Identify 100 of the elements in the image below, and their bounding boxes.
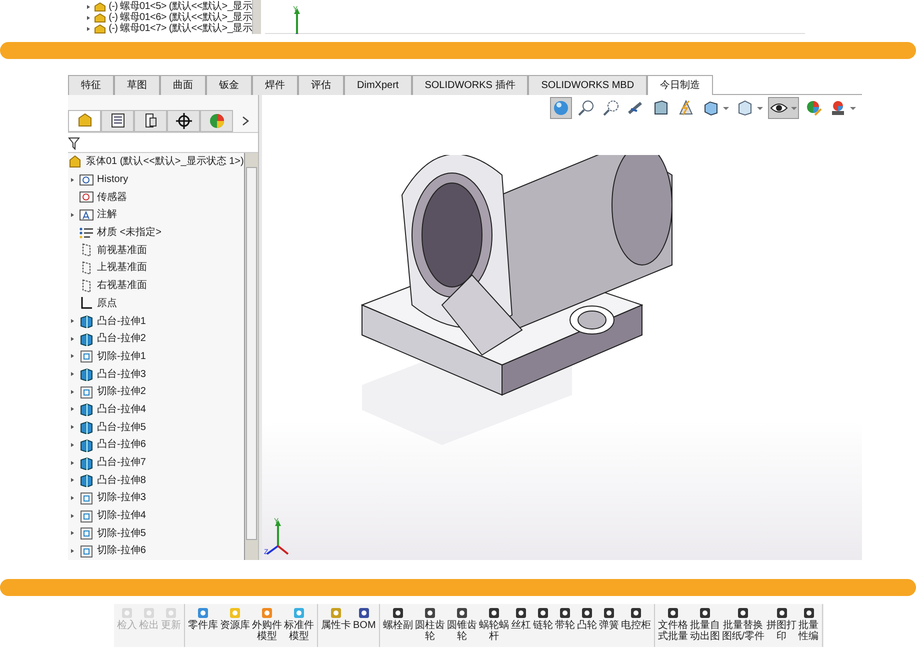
filter-icon[interactable] [68,136,80,150]
toolbar-button[interactable]: BOM [352,604,377,647]
toolbar-button[interactable]: 带轮 [554,604,576,647]
view-toolbar-button[interactable] [768,97,799,119]
tree-item-label[interactable]: 上视基准面 [97,260,147,276]
tree-item-label[interactable]: 原点 [97,296,117,311]
tool-icon [142,606,156,620]
expand-arrow-icon[interactable] [70,496,74,500]
ribbon-tab[interactable]: 钣金 [206,75,252,95]
tree-item-label[interactable]: 传感器 [97,190,127,205]
expand-arrow-icon[interactable] [70,372,74,376]
part-icon [76,112,94,129]
part-icon [68,154,83,169]
lightning-icon [677,99,695,117]
tree-item-label[interactable]: 前视基准面 [97,242,147,258]
toolbar-button[interactable]: 凸轮 [576,604,598,647]
tree-item-label[interactable]: 材质 <未指定> [97,225,162,240]
toolbar-button[interactable]: 圆锥齿 轮 [446,604,478,647]
panel-tab[interactable] [167,110,200,132]
expand-arrow-icon[interactable] [70,178,74,182]
ribbon-tab[interactable]: 特征 [68,75,114,95]
search-icon [577,99,595,117]
tool-icon [120,606,134,620]
tree-item-label[interactable]: 凸台-拉伸8 [97,472,146,488]
tree-item-label[interactable]: 右视基准面 [97,278,147,294]
tree-item-label[interactable]: History [97,172,128,188]
expand-arrow-icon[interactable] [70,442,74,447]
tree-item-label[interactable]: (-) 螺母01<5> (默认<<默认>_显示 [108,1,252,12]
ribbon-tab[interactable]: SOLIDWORKS MBD [528,75,648,95]
cut-cube-icon [79,349,94,364]
chevron-right-icon[interactable] [241,114,251,126]
cut-cube-icon [79,384,94,399]
toolbar-button[interactable]: 资源库 [219,604,251,647]
toolbar-button[interactable]: 文件格 式批量 [656,604,689,647]
expand-arrow-icon[interactable] [86,26,90,30]
expand-arrow-icon[interactable] [70,407,74,412]
expand-arrow-icon[interactable] [70,478,74,482]
tree-item-label[interactable]: (-) 螺母01<6> (默认<<默认>_显示 [108,12,252,23]
cube-icon [79,367,94,382]
toolbar-button[interactable]: 批量 性编 [798,604,820,647]
tree-item-label[interactable]: 凸台-拉伸1 [97,314,146,329]
ribbon-tab[interactable]: 焊件 [252,75,298,95]
panel-tab[interactable] [101,110,134,132]
toolbar-button[interactable]: 圆柱齿 轮 [414,604,446,647]
toolbar-button[interactable]: 丝杠 [510,604,532,647]
expand-arrow-icon[interactable] [70,336,74,341]
expand-arrow-icon[interactable] [70,354,74,358]
tree-item-label[interactable]: 切除-拉伸5 [97,526,146,541]
annotation-folder-icon [79,208,94,222]
tree-item-label[interactable]: 切除-拉伸4 [97,508,146,524]
expand-arrow-icon[interactable] [70,319,74,324]
toolbar-button[interactable]: 电控柜 [620,604,652,647]
box-icon [736,99,754,117]
tree-item-label[interactable]: (-) 螺母01<7> (默认<<默认>_显示 [108,23,252,34]
tree-item-label[interactable]: 凸台-拉伸5 [97,420,146,435]
tree-item-label[interactable]: 凸台-拉伸4 [97,402,146,417]
tree-item-label[interactable]: 凸台-拉伸3 [97,366,146,382]
ribbon-tab[interactable]: SOLIDWORKS 插件 [412,75,528,95]
expand-arrow-icon[interactable] [70,212,74,217]
tree-item-label[interactable]: 凸台-拉伸6 [97,437,146,452]
ribbon-tab[interactable]: DimXpert [344,75,412,95]
expand-arrow-icon[interactable] [70,531,74,536]
tree-item-label[interactable]: 凸台-拉伸2 [97,331,146,346]
scrollbar[interactable] [252,0,261,34]
expand-arrow-icon[interactable] [70,514,74,518]
expand-arrow-icon[interactable] [70,390,74,394]
expand-arrow-icon[interactable] [70,460,74,465]
ribbon-tab[interactable]: 曲面 [160,75,206,95]
tree-item-label[interactable]: 泵体01 (默认<<默认>_显示状态 1>) [86,154,244,170]
sphere-icon [552,99,570,117]
expand-arrow-icon[interactable] [86,16,90,20]
expand-arrow-icon[interactable] [86,4,90,8]
tree-item-label[interactable]: 切除-拉伸1 [97,348,146,364]
ribbon-tab[interactable]: 今日制造 [647,75,714,95]
cube-icon [702,99,720,117]
toolbar-button[interactable]: 批量替换 图纸/零件 [720,604,766,647]
expand-arrow-icon[interactable] [70,548,74,553]
toolbar-button[interactable]: 链轮 [532,604,554,647]
toolbar-button[interactable]: 属性卡 [320,604,352,647]
tree-item-label[interactable]: 注解 [97,207,117,222]
toolbar-button[interactable]: 零件库 [187,604,219,647]
toolbar-button[interactable]: 批量自 动出图 [688,604,721,647]
toolbar-button[interactable]: 标准件 模型 [283,604,315,647]
toolbar-button[interactable]: 外购件 模型 [251,604,283,647]
tree-item-label[interactable]: 切除-拉伸3 [97,490,146,506]
sensor-folder-icon [79,190,94,204]
toolbar-button[interactable]: 拼图打 印 [766,604,798,647]
scrollbar[interactable] [244,153,258,560]
cube-icon [79,402,94,416]
ribbon-tab[interactable]: 评估 [298,75,344,95]
tree-item-label[interactable]: 切除-拉伸6 [97,543,146,558]
toolbar-button[interactable]: 蜗轮蜗 杆 [478,604,510,647]
toolbar-button[interactable]: 弹簧 [598,604,620,647]
tree-item-label[interactable]: 凸台-拉伸7 [97,455,146,470]
panel-tab[interactable] [134,110,167,132]
tree-item-label[interactable]: 切除-拉伸2 [97,384,146,400]
expand-arrow-icon[interactable] [70,425,74,430]
ribbon-tab[interactable]: 草图 [114,75,160,95]
cube-icon [79,438,94,452]
toolbar-button[interactable]: 螺栓副 [382,604,414,647]
